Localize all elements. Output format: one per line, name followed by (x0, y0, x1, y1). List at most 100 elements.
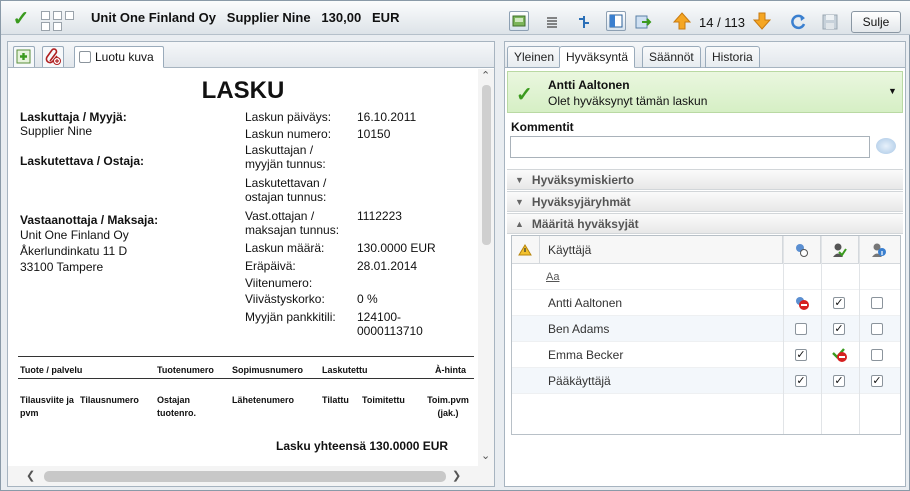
chevron-down-icon: ▼ (515, 196, 524, 207)
scroll-left-icon[interactable]: ❮ (26, 469, 35, 482)
column-header-info[interactable] (859, 236, 900, 264)
add-image-button[interactable] (13, 46, 35, 67)
table-row[interactable]: Antti Aaltonen ✓ (512, 290, 900, 316)
view-image-button[interactable] (509, 11, 529, 31)
row-checkbox[interactable] (871, 342, 883, 368)
row-checkbox[interactable]: ✓ (795, 342, 807, 368)
attach-button[interactable] (42, 46, 64, 67)
field-label: Laskun numero: (245, 127, 332, 141)
arrow-down-icon[interactable] (751, 10, 773, 32)
tab-yleinen[interactable]: Yleinen (507, 46, 562, 68)
table-header: Ostajan tuotenro. (157, 395, 196, 418)
column-divider (821, 236, 822, 434)
filter-text-icon[interactable]: Aa (546, 264, 559, 290)
payer-line: Unit One Finland Oy (20, 228, 129, 242)
column-header-approver[interactable] (783, 236, 821, 264)
column-divider (783, 236, 784, 434)
section-hyvaksymiskierto[interactable]: ▼ Hyväksymiskierto (507, 169, 903, 190)
seller-name: Supplier Nine (20, 124, 93, 138)
row-checkbox[interactable]: ✓ (795, 368, 807, 394)
row-checkbox[interactable] (871, 316, 883, 342)
table-header: Tuote / palvelu (20, 365, 83, 375)
image-tabs: Luotu kuva (8, 42, 494, 68)
field-value: 124100-0000113710 (357, 310, 423, 338)
tab-historia[interactable]: Historia (705, 46, 760, 68)
scroll-up-icon[interactable]: ⌃ (481, 69, 490, 82)
tab-hyvaksynta[interactable]: Hyväksyntä (559, 46, 636, 68)
user-column-header[interactable]: Käyttäjä (540, 236, 783, 264)
column-header-accept[interactable] (821, 236, 859, 264)
table-row[interactable]: Ben Adams ✓ (512, 316, 900, 342)
user-name: Antti Aaltonen (548, 296, 623, 310)
save-icon[interactable] (819, 11, 841, 33)
scroll-thumb[interactable] (482, 85, 491, 245)
field-label: Vast.ottajan / maksajan tunnus: (245, 209, 340, 237)
user-check-icon (833, 243, 847, 257)
view-image-icon (512, 15, 526, 27)
status-square-icon (41, 22, 50, 31)
field-label: Laskun päiväys: (245, 110, 332, 124)
denied-icon[interactable] (831, 342, 849, 368)
chevron-up-icon: ▲ (515, 218, 524, 229)
left-panel-button[interactable] (606, 11, 626, 31)
payer-label: Vastaanottaja / Maksaja: (20, 213, 159, 227)
speech-bubble-icon[interactable] (876, 138, 896, 154)
field-label: Laskuttajan / myyjän tunnus: (245, 143, 326, 171)
scroll-right-icon[interactable]: ❯ (452, 469, 461, 482)
status-square-icon (65, 11, 74, 20)
row-checkbox[interactable]: ✓ (833, 316, 845, 342)
approved-check-icon: ✓ (12, 8, 30, 30)
table-header: Lähetenumero (232, 395, 295, 405)
view-list-icon[interactable] (543, 13, 561, 31)
attachment-icon (45, 48, 61, 65)
status-square-icon (53, 11, 62, 20)
user-name: Emma Becker (548, 348, 624, 362)
split-icon[interactable] (575, 13, 593, 31)
export-icon[interactable] (633, 12, 653, 32)
approved-check-icon: ✓ (516, 84, 533, 106)
denied-icon[interactable] (794, 290, 810, 316)
payer-line: 33100 Tampere (20, 260, 104, 274)
comment-label: Kommentit (511, 120, 574, 134)
user-search-icon (796, 243, 808, 257)
horizontal-scrollbar[interactable]: ❮ ❯ (8, 466, 494, 486)
top-toolbar: ✓ Unit One Finland Oy Supplier Nine 130,… (1, 1, 910, 35)
row-checkbox[interactable]: ✓ (833, 290, 845, 316)
table-divider (18, 378, 474, 379)
table-row[interactable]: Emma Becker ✓ (512, 342, 900, 368)
scroll-down-icon[interactable]: ⌄ (481, 449, 490, 462)
approval-status-banner[interactable]: ✓ Antti Aaltonen Olet hyväksynyt tämän l… (507, 71, 903, 113)
arrow-up-icon[interactable] (671, 10, 693, 32)
section-hyvaksyjaryhmat[interactable]: ▼ Hyväksyjäryhmät (507, 191, 903, 212)
payer-line: Åkerlundinkatu 11 D (20, 244, 128, 258)
column-divider (859, 236, 860, 434)
chevron-down-icon[interactable]: ▼ (888, 86, 897, 96)
user-info-icon (872, 243, 886, 257)
row-checkbox[interactable]: ✓ (871, 368, 883, 394)
scroll-thumb[interactable] (44, 471, 446, 482)
refresh-icon[interactable] (787, 11, 809, 33)
warning-column-header (512, 236, 540, 264)
tab-saannot[interactable]: Säännöt (642, 46, 701, 68)
user-name: Ben Adams (548, 322, 610, 336)
table-header: Tilausviite ja pvm (20, 395, 74, 418)
tab-luotu-kuva[interactable]: Luotu kuva (74, 46, 164, 68)
warning-icon (518, 243, 532, 255)
table-header: Toimitettu (362, 395, 405, 405)
row-checkbox[interactable] (871, 290, 883, 316)
chevron-down-icon: ▼ (515, 174, 524, 185)
vertical-scrollbar[interactable]: ⌃ ⌄ (478, 69, 494, 466)
table-row[interactable]: Pääkäyttäjä ✓ ✓ ✓ (512, 368, 900, 394)
section-maarita-hyvaksyjat[interactable]: ▲ Määritä hyväksyjät (507, 213, 903, 234)
invoice-image-panel: Luotu kuva LASKU Laskuttaja / Myyjä: Sup… (7, 41, 495, 487)
filter-row: Aa (512, 264, 900, 290)
row-checkbox[interactable] (795, 316, 807, 342)
field-label: Eräpäivä: (245, 259, 296, 273)
comment-input[interactable] (510, 136, 870, 158)
approvers-grid: Käyttäjä Aa Antti Aaltonen ✓ Ben Adams ✓… (511, 235, 901, 435)
approval-panel: Yleinen Hyväksyntä Säännöt Historia ✓ An… (504, 41, 906, 487)
close-button[interactable]: Sulje (851, 11, 901, 33)
row-checkbox[interactable]: ✓ (833, 368, 845, 394)
app-window: ✓ Unit One Finland Oy Supplier Nine 130,… (0, 0, 910, 491)
tab-checkbox[interactable] (79, 51, 91, 63)
